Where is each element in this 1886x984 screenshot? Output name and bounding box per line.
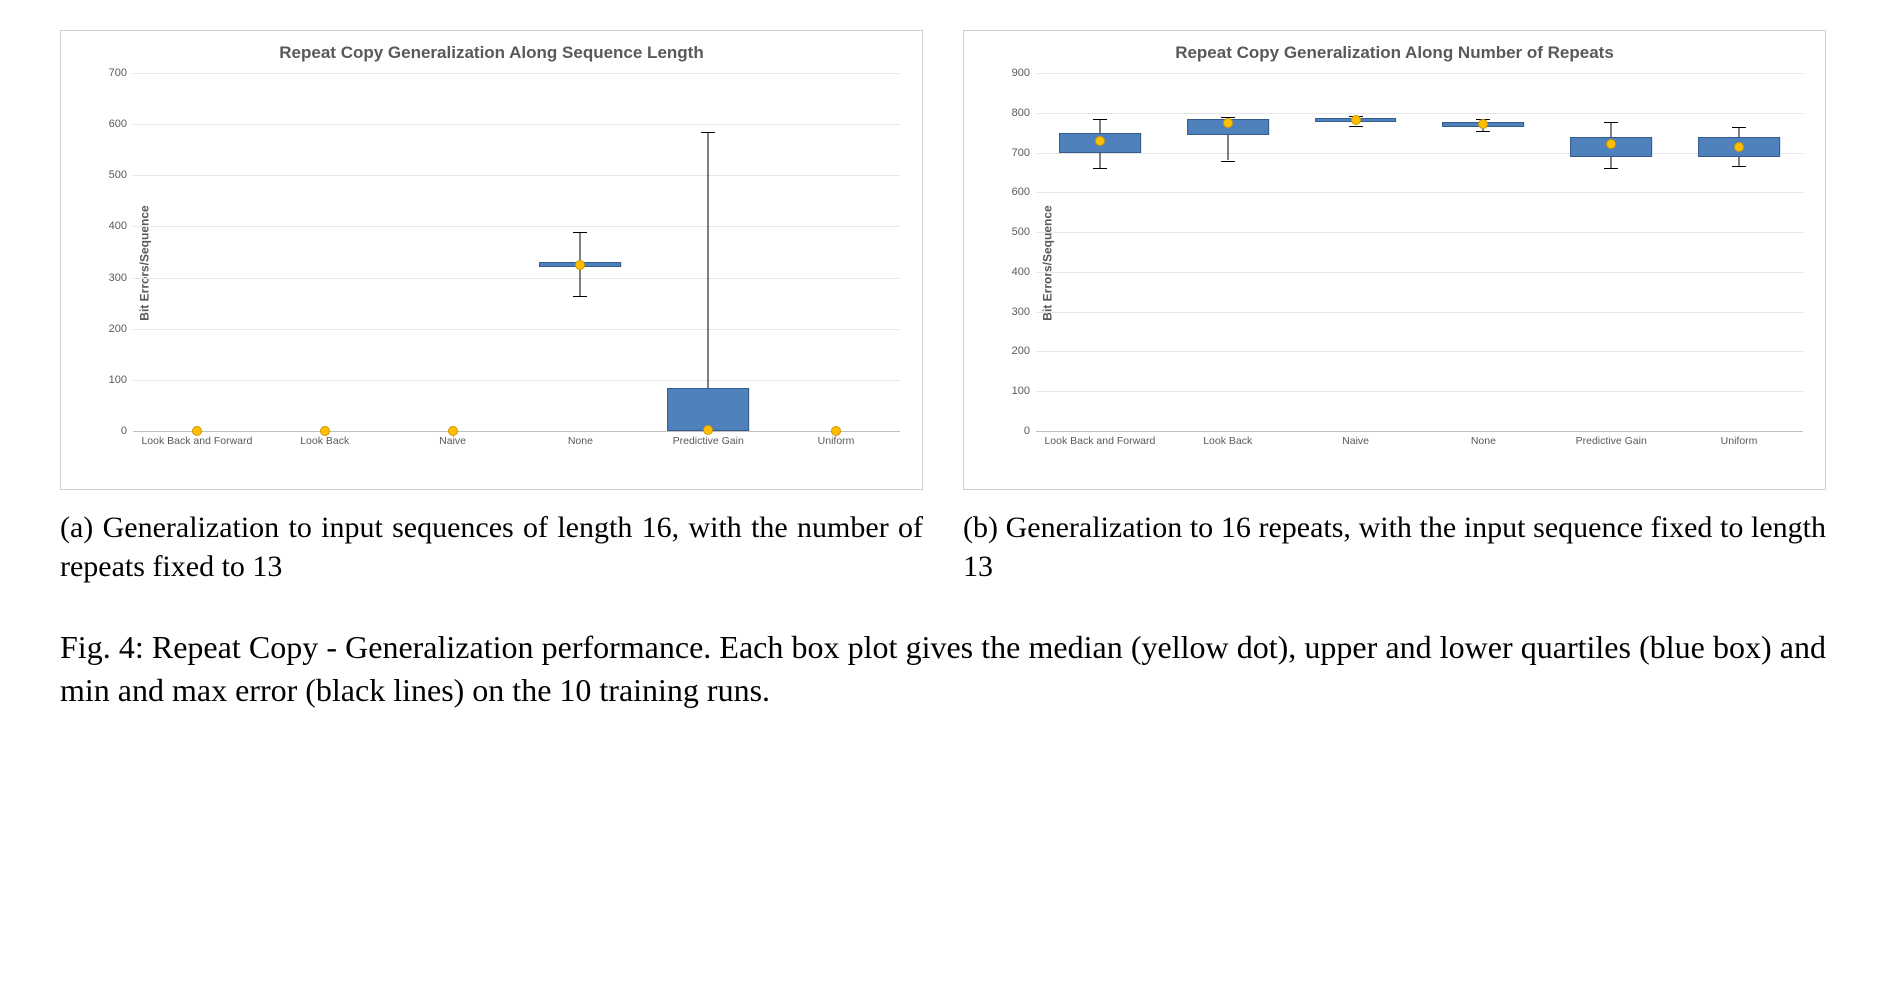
whisker-upper xyxy=(1611,122,1612,137)
median-dot xyxy=(1606,139,1616,149)
xtick-label: Look Back xyxy=(1164,431,1292,453)
chart-a-series xyxy=(133,73,900,431)
whisker-cap xyxy=(1476,131,1490,132)
subfigure-b: Repeat Copy Generalization Along Number … xyxy=(963,30,1826,586)
box-slot xyxy=(1419,73,1547,431)
figure-caption: Fig. 4: Repeat Copy - Generalization per… xyxy=(60,626,1826,712)
whisker-cap xyxy=(1221,161,1235,162)
chart-a-title: Repeat Copy Generalization Along Sequenc… xyxy=(73,43,910,63)
box-slot xyxy=(1036,73,1164,431)
ytick-label: 100 xyxy=(93,374,127,386)
chart-a-frame: Repeat Copy Generalization Along Sequenc… xyxy=(60,30,923,490)
subfigure-a: Repeat Copy Generalization Along Sequenc… xyxy=(60,30,923,586)
median-dot xyxy=(831,426,841,436)
whisker-cap xyxy=(573,232,587,233)
whisker-lower xyxy=(1227,135,1228,161)
whisker-lower xyxy=(1739,157,1740,167)
ytick-label: 600 xyxy=(996,186,1030,198)
median-dot xyxy=(448,426,458,436)
box-slot xyxy=(261,73,389,431)
ytick-label: 900 xyxy=(996,67,1030,79)
box-slot xyxy=(644,73,772,431)
whisker-cap xyxy=(573,296,587,297)
xtick-label: Predictive Gain xyxy=(1547,431,1675,453)
ytick-label: 0 xyxy=(996,425,1030,437)
whisker-upper xyxy=(708,132,709,388)
chart-b-series xyxy=(1036,73,1803,431)
xtick-label: None xyxy=(1419,431,1547,453)
chart-b-title: Repeat Copy Generalization Along Number … xyxy=(976,43,1813,63)
chart-b-xaxis: Look Back and ForwardLook BackNaiveNoneP… xyxy=(1036,431,1803,453)
median-dot xyxy=(703,425,713,435)
median-dot xyxy=(575,260,585,270)
subcaption-b: (b) Generalization to 16 repeats, with t… xyxy=(963,508,1826,586)
box-slot xyxy=(1292,73,1420,431)
median-dot xyxy=(1095,136,1105,146)
ytick-label: 600 xyxy=(93,118,127,130)
ytick-label: 0 xyxy=(93,425,127,437)
chart-a-xaxis: Look Back and ForwardLook BackNaiveNoneP… xyxy=(133,431,900,453)
median-dot xyxy=(1478,119,1488,129)
whisker-cap xyxy=(1093,119,1107,120)
ytick-label: 700 xyxy=(93,67,127,79)
whisker-upper xyxy=(1739,127,1740,137)
figure-row: Repeat Copy Generalization Along Sequenc… xyxy=(60,30,1826,586)
whisker-upper xyxy=(580,232,581,263)
ytick-label: 400 xyxy=(93,220,127,232)
box-slot xyxy=(1547,73,1675,431)
box-slot xyxy=(133,73,261,431)
whisker-cap xyxy=(1093,168,1107,169)
xtick-label: Look Back and Forward xyxy=(1036,431,1164,453)
box-slot xyxy=(1675,73,1803,431)
xtick-label: Uniform xyxy=(1675,431,1803,453)
whisker-cap xyxy=(1732,166,1746,167)
chart-a-plot: Bit Errors/Sequence 01002003004005006007… xyxy=(133,73,900,453)
whisker-cap xyxy=(1349,126,1363,127)
ytick-label: 400 xyxy=(996,266,1030,278)
xtick-label: None xyxy=(516,431,644,453)
ytick-label: 500 xyxy=(996,226,1030,238)
median-dot xyxy=(320,426,330,436)
whisker-cap xyxy=(1732,127,1746,128)
ytick-label: 300 xyxy=(996,306,1030,318)
box-slot xyxy=(772,73,900,431)
whisker-cap xyxy=(701,132,715,133)
median-dot xyxy=(1351,115,1361,125)
ytick-label: 500 xyxy=(93,169,127,181)
whisker-upper xyxy=(1099,119,1100,133)
whisker-lower xyxy=(1099,153,1100,169)
median-dot xyxy=(192,426,202,436)
ytick-label: 100 xyxy=(996,385,1030,397)
ytick-label: 200 xyxy=(996,345,1030,357)
chart-b-plot: Bit Errors/Sequence 01002003004005006007… xyxy=(1036,73,1803,453)
ytick-label: 300 xyxy=(93,272,127,284)
whisker-cap xyxy=(1604,122,1618,123)
box-slot xyxy=(1164,73,1292,431)
box-slot xyxy=(516,73,644,431)
box-slot xyxy=(389,73,517,431)
median-dot xyxy=(1223,118,1233,128)
median-dot xyxy=(1734,142,1744,152)
ytick-label: 800 xyxy=(996,107,1030,119)
subcaption-a: (a) Generalization to input sequences of… xyxy=(60,508,923,586)
chart-b-frame: Repeat Copy Generalization Along Number … xyxy=(963,30,1826,490)
ytick-label: 200 xyxy=(93,323,127,335)
xtick-label: Naive xyxy=(1292,431,1420,453)
whisker-cap xyxy=(1604,168,1618,169)
whisker-lower xyxy=(580,267,581,296)
ytick-label: 700 xyxy=(996,147,1030,159)
whisker-lower xyxy=(1611,157,1612,169)
